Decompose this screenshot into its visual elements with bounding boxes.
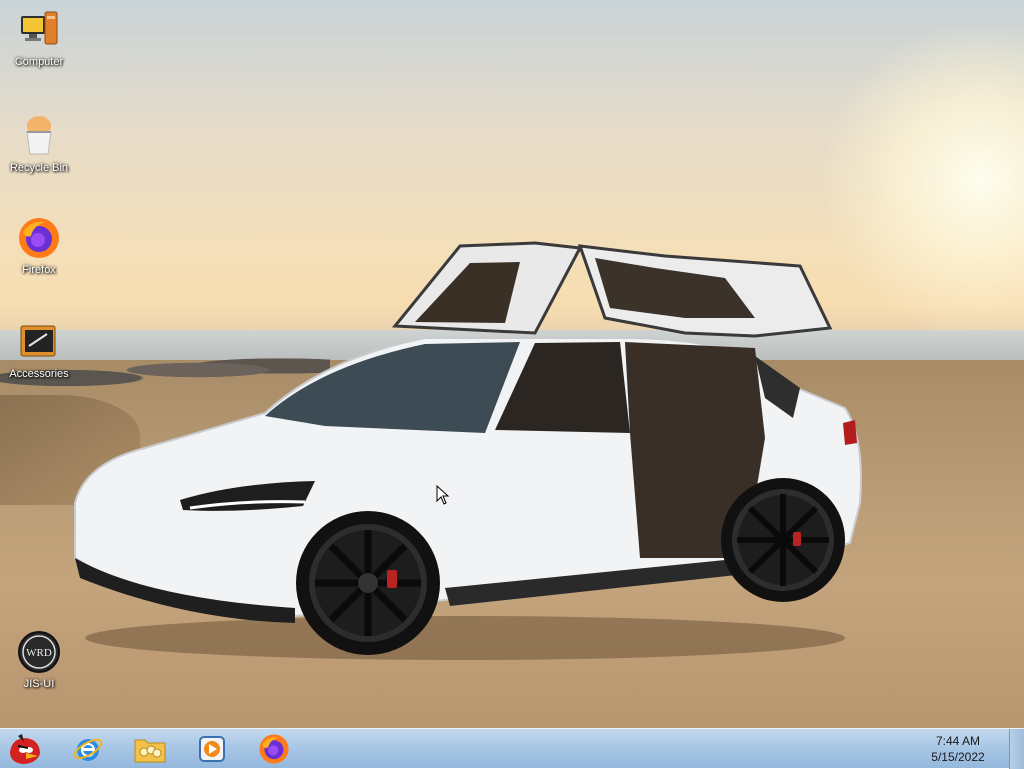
desktop-icon-recycle-bin[interactable]: Recycle Bin <box>4 114 74 174</box>
firefox-icon <box>259 734 289 764</box>
desktop-icon-label: Firefox <box>22 264 56 276</box>
computer-icon <box>17 8 61 52</box>
firefox-icon <box>17 216 61 260</box>
taskbar-angry-birds-button[interactable] <box>0 732 52 766</box>
accessories-icon <box>17 320 61 364</box>
file-explorer-icon <box>134 739 166 763</box>
desktop-icon-label: JIS-UI <box>23 678 55 690</box>
recycle-bin-icon <box>17 114 61 158</box>
desktop-icon-accessories[interactable]: Accessories <box>4 320 74 380</box>
taskbar-firefox-button[interactable] <box>248 732 300 766</box>
wrd-app-icon: WRD <box>17 630 61 674</box>
system-clock[interactable]: 7:44 AM 5/15/2022 <box>918 733 998 765</box>
taskbar-file-explorer-button[interactable] <box>124 732 176 766</box>
desktop-icon-label: Recycle Bin <box>9 162 69 174</box>
show-desktop-button[interactable] <box>1009 729 1024 769</box>
media-player-icon <box>199 736 225 762</box>
mouse-cursor-icon <box>436 485 450 505</box>
desktop-icon-firefox[interactable]: Firefox <box>4 216 74 276</box>
clock-time: 7:44 AM <box>935 734 981 748</box>
desktop-icon-label: Accessories <box>9 368 69 380</box>
desktop-icon-jis-ui[interactable]: WRD JIS-UI <box>4 630 74 690</box>
desktop[interactable]: Computer Recycle Bin Firefox Accessories… <box>0 0 1024 728</box>
wrd-logo-text: WRD <box>26 647 52 659</box>
clock-date: 5/15/2022 <box>931 750 985 764</box>
taskbar: 7:44 AM 5/15/2022 <box>0 728 1024 769</box>
wallpaper-car <box>74 241 862 660</box>
internet-explorer-icon <box>73 738 103 761</box>
taskbar-internet-explorer-button[interactable] <box>62 732 114 766</box>
taskbar-media-player-button[interactable] <box>186 732 238 766</box>
desktop-icon-label: Computer <box>14 56 64 68</box>
desktop-icon-computer[interactable]: Computer <box>4 8 74 68</box>
angry-birds-icon <box>10 734 40 764</box>
